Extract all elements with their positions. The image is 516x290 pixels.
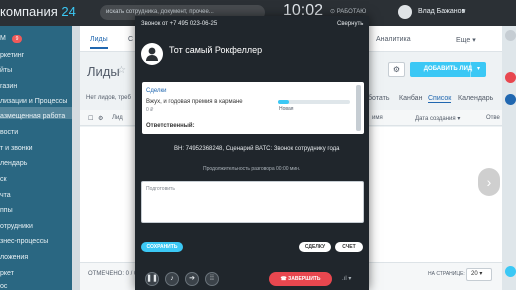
avatar[interactable] bbox=[505, 94, 516, 105]
work-status-label: РАБОТАЮ bbox=[336, 9, 367, 15]
collapse-link[interactable]: Свернуть bbox=[337, 21, 363, 27]
chevron-down-icon: ▾ bbox=[457, 116, 461, 122]
keypad-icon[interactable]: ⁞⁞ bbox=[205, 272, 219, 286]
view-calendar[interactable]: Календарь bbox=[458, 95, 493, 102]
hangup-label: ЗАВЕРШИТЬ bbox=[288, 276, 321, 282]
add-lead-menu-button[interactable]: ▾ bbox=[470, 62, 486, 77]
clock-icon: ⊙ bbox=[330, 9, 336, 15]
tab-more-label: Еще bbox=[456, 37, 471, 44]
sidebar-item[interactable]: йты bbox=[0, 67, 12, 74]
sidebar-item[interactable]: ск bbox=[0, 176, 7, 183]
chevron-down-icon[interactable]: ▾ bbox=[462, 7, 466, 15]
call-title: Звонок от +7 495 023-06-25 bbox=[141, 21, 218, 27]
create-deal-button[interactable]: СДЕЛКУ bbox=[299, 242, 331, 252]
deal-progress-fill bbox=[278, 100, 289, 104]
sidebar-item[interactable]: т и звонки bbox=[0, 145, 33, 152]
avatar[interactable] bbox=[398, 5, 412, 19]
caller-avatar bbox=[141, 43, 163, 65]
page-title: Лиды bbox=[87, 64, 120, 79]
chevron-right-icon[interactable]: › bbox=[478, 168, 500, 196]
per-page-select[interactable]: 20 ▾ bbox=[466, 268, 492, 281]
phone-icon[interactable] bbox=[505, 72, 516, 83]
microphone-icon[interactable]: ♪ bbox=[165, 272, 179, 286]
tab-partial[interactable]: С bbox=[128, 36, 133, 43]
person-icon bbox=[146, 47, 158, 61]
sidebar bbox=[0, 26, 72, 290]
bell-icon[interactable] bbox=[505, 30, 516, 41]
caller-name: Тот самый Рокфеллер bbox=[169, 45, 263, 55]
user-name[interactable]: Влад Бажанов bbox=[418, 8, 465, 15]
deals-label: Сделки bbox=[146, 88, 167, 94]
filter-text: Нет лидов, треб bbox=[86, 95, 131, 101]
view-list[interactable]: Список bbox=[428, 95, 452, 103]
deal-stage: Новая bbox=[279, 106, 294, 112]
sidebar-item[interactable]: лендарь bbox=[0, 160, 27, 167]
pause-icon[interactable]: ❚❚ bbox=[145, 272, 159, 286]
hangup-button[interactable]: ☎ ЗАВЕРШИТЬ bbox=[269, 272, 332, 286]
per-page-label: НА СТРАНИЦЕ: bbox=[428, 271, 465, 277]
brand-name: компания bbox=[0, 4, 58, 19]
work-status[interactable]: ⊙ РАБОТАЮ bbox=[330, 8, 366, 15]
sidebar-item[interactable]: газин bbox=[0, 83, 17, 90]
sidebar-item[interactable]: отрудники bbox=[0, 223, 33, 230]
sidebar-item[interactable]: ос bbox=[0, 283, 7, 290]
column-header-created-label: Дата создания bbox=[415, 116, 456, 122]
phone-icon: ☎ bbox=[280, 276, 287, 282]
create-invoice-button[interactable]: СЧЕТ bbox=[335, 242, 363, 252]
settings-button[interactable]: ⚙ bbox=[388, 62, 405, 77]
add-lead-label: ДОБАВИТЬ ЛИД bbox=[423, 66, 473, 72]
save-button[interactable]: СОХРАНИТЬ bbox=[141, 242, 183, 252]
sidebar-item[interactable]: ппы bbox=[0, 207, 13, 214]
sidebar-item[interactable]: лизации и Процессы bbox=[0, 98, 67, 105]
per-page-value: 20 bbox=[471, 271, 478, 277]
call-duration: Продолжительность разговора 00:00 мин. bbox=[203, 166, 301, 172]
sidebar-item[interactable]: знес-процессы bbox=[0, 238, 48, 245]
gear-icon[interactable]: ⚙ bbox=[98, 115, 103, 122]
responsible-label: Ответственный: bbox=[146, 123, 195, 129]
sidebar-item[interactable]: ложения bbox=[0, 254, 28, 261]
right-panel bbox=[502, 26, 516, 290]
view-kanban[interactable]: Канбан bbox=[399, 95, 422, 102]
sidebar-item[interactable]: азмещенная работа bbox=[0, 113, 65, 120]
chevron-down-icon: ▾ bbox=[472, 37, 476, 44]
sidebar-item[interactable]: ркетинг bbox=[0, 52, 24, 59]
transfer-icon[interactable]: ➔ bbox=[185, 272, 199, 286]
tab-analytics[interactable]: Аналитика bbox=[376, 36, 411, 43]
vn-info: ВН: 74952368248, Сценарий ВАТС: Звонок с… bbox=[174, 146, 340, 152]
chevron-down-icon: ▾ bbox=[476, 66, 480, 72]
scrollbar[interactable] bbox=[356, 85, 361, 131]
chat-icon[interactable] bbox=[505, 266, 516, 277]
column-header-responsible[interactable]: Отве bbox=[486, 115, 500, 121]
tab-leads[interactable]: Лиды bbox=[90, 36, 108, 49]
chevron-down-icon: ▾ bbox=[479, 271, 483, 277]
star-icon[interactable]: ☆ bbox=[117, 65, 126, 76]
deal-progress-bar bbox=[278, 100, 350, 104]
sidebar-item[interactable]: чта bbox=[0, 192, 11, 199]
comment-text: Подготовить bbox=[146, 186, 175, 192]
gear-icon: ⚙ bbox=[392, 65, 401, 74]
tab-more[interactable]: Еще ▾ bbox=[456, 36, 476, 44]
sidebar-badge: 9 bbox=[12, 35, 22, 43]
checkbox-icon[interactable]: ☐ bbox=[88, 115, 93, 122]
view-partial[interactable]: ботать bbox=[368, 95, 389, 102]
deal-amount: 0 ₽ bbox=[146, 107, 154, 113]
brand-logo[interactable]: компания 24 bbox=[0, 4, 76, 19]
column-header-name[interactable]: имя bbox=[372, 115, 383, 121]
selected-count: ОТМЕЧЕНО: 0 / 0 bbox=[88, 271, 138, 277]
sidebar-item[interactable]: M bbox=[0, 35, 6, 42]
column-header-lead[interactable]: Лид bbox=[112, 115, 123, 121]
signal-icon: .ıl ▾ bbox=[342, 276, 352, 282]
column-header-created[interactable]: Дата создания ▾ bbox=[415, 115, 460, 122]
sidebar-item[interactable]: ркет bbox=[0, 270, 14, 277]
deal-name[interactable]: Вжух, и годовая премия в кармане bbox=[146, 99, 243, 105]
sidebar-item[interactable]: вости bbox=[0, 129, 18, 136]
brand-number: 24 bbox=[61, 4, 76, 19]
